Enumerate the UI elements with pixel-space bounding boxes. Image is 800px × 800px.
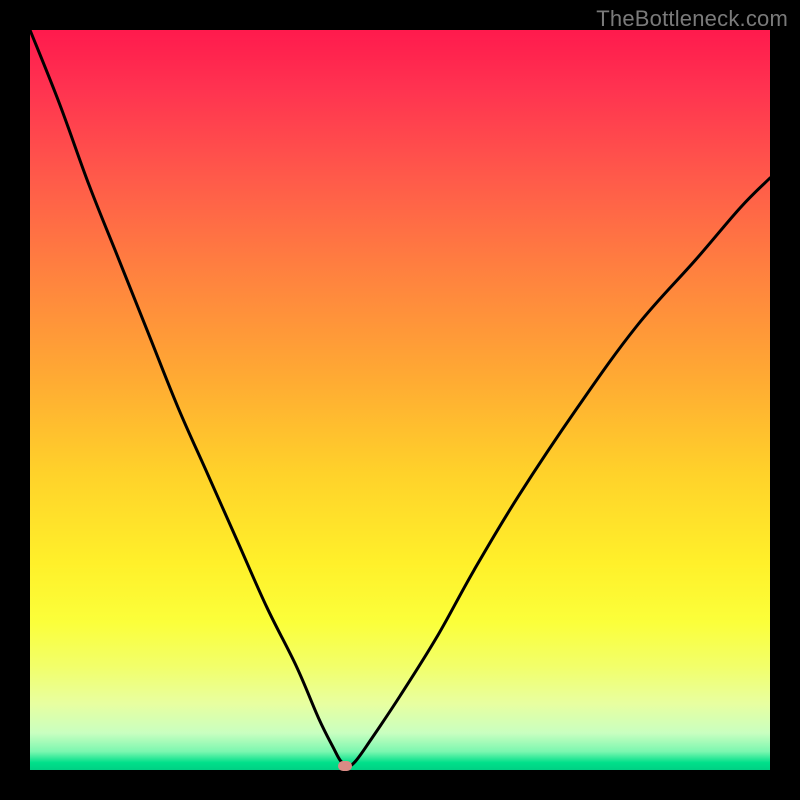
plot-area (30, 30, 770, 770)
watermark-text: TheBottleneck.com (596, 6, 788, 32)
bottleneck-curve (30, 30, 770, 766)
curve-svg (30, 30, 770, 770)
optimum-marker (338, 761, 352, 771)
